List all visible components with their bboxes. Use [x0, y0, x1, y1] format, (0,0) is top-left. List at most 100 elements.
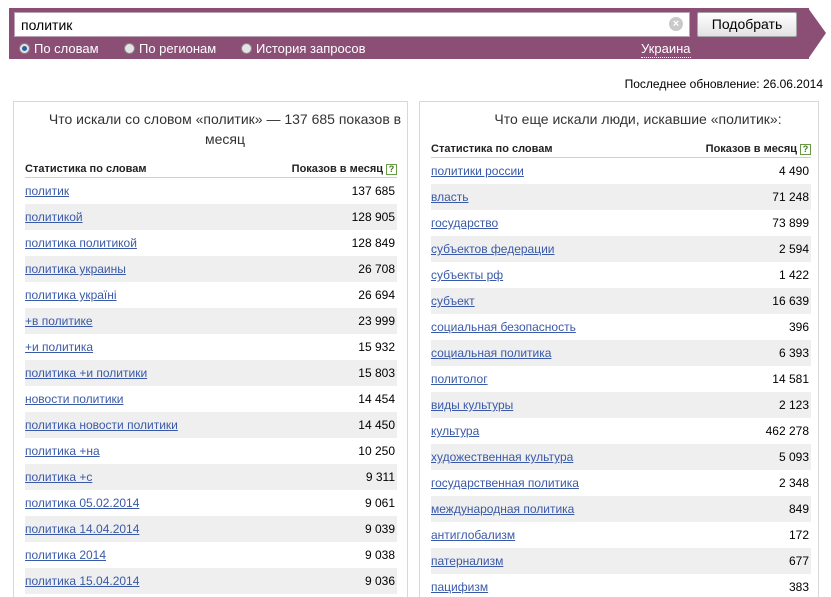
shows-count: 4 490: [778, 164, 809, 178]
table-row: +и политика 15 932: [25, 334, 397, 360]
phrase-link[interactable]: субъектов федерации: [431, 242, 555, 256]
table-row: субъект 16 639: [431, 288, 811, 314]
table-row: социальная безопасность 396: [431, 314, 811, 340]
help-icon[interactable]: ?: [800, 143, 811, 155]
phrase-link[interactable]: антиглобализм: [431, 528, 515, 542]
shows-count: 16 639: [772, 294, 809, 308]
phrase-link[interactable]: международная политика: [431, 502, 574, 516]
table-row: социальная политика 6 393: [431, 340, 811, 366]
mode-by-regions-radio[interactable]: По регионам: [124, 41, 216, 57]
phrase-link[interactable]: новости политики: [25, 392, 124, 406]
phrase-link[interactable]: политика политикой: [25, 236, 137, 250]
mode-label: По регионам: [139, 41, 217, 56]
phrase-link[interactable]: власть: [431, 190, 469, 204]
phrase-link[interactable]: политика 2014: [25, 548, 106, 562]
table-header: Статистика по словам Показов в месяц?: [25, 160, 397, 178]
table-row: политика 15.04.2014 9 036: [25, 568, 397, 594]
radio-selected-icon: [19, 43, 30, 54]
right-table: Статистика по словам Показов в месяц? по…: [431, 140, 811, 597]
shows-count: 396: [788, 320, 809, 334]
shows-count: 10 250: [358, 444, 395, 458]
table-row: политика 2014 9 038: [25, 542, 397, 568]
phrase-link[interactable]: политик: [25, 184, 69, 198]
submit-button[interactable]: Подобрать: [697, 12, 797, 37]
shows-count: 71 248: [772, 190, 809, 204]
mode-history-radio[interactable]: История запросов: [241, 41, 366, 57]
mode-label: История запросов: [256, 41, 366, 56]
shows-count: 128 905: [351, 210, 395, 224]
table-row: патернализм 677: [431, 548, 811, 574]
phrase-link[interactable]: субъекты рф: [431, 268, 503, 282]
phrase-link[interactable]: политики россии: [431, 164, 524, 178]
shows-count: 26 694: [358, 288, 395, 302]
shows-count: 9 036: [364, 574, 395, 588]
table-row: политика +и политики 15 803: [25, 360, 397, 386]
phrase-link[interactable]: +в политике: [25, 314, 93, 328]
left-table: Статистика по словам Показов в месяц? по…: [25, 160, 397, 594]
table-row: субъекты рф 1 422: [431, 262, 811, 288]
shows-count: 9 038: [364, 548, 395, 562]
table-row: политика политикой 128 849: [25, 230, 397, 256]
table-row: виды культуры 2 123: [431, 392, 811, 418]
phrase-link[interactable]: +и политика: [25, 340, 93, 354]
col-words-header: Статистика по словам: [431, 142, 553, 155]
search-header: × Подобрать По словам По регионам Истори…: [0, 0, 831, 61]
table-row: политики россии 4 490: [431, 158, 811, 184]
table-row: политика +с 9 311: [25, 464, 397, 490]
shows-count: 5 093: [778, 450, 809, 464]
phrase-link[interactable]: патернализм: [431, 554, 503, 568]
shows-count: 26 708: [358, 262, 395, 276]
clear-icon[interactable]: ×: [669, 17, 683, 31]
table-row: политик 137 685: [25, 178, 397, 204]
shows-count: 9 039: [364, 522, 395, 536]
col-shows-header: Показов в месяц?: [292, 163, 397, 175]
search-input[interactable]: [14, 12, 690, 37]
left-panel: Что искали со словом «политик» — 137 685…: [13, 101, 408, 597]
shows-count: 849: [788, 502, 809, 516]
shows-count: 14 450: [358, 418, 395, 432]
shows-count: 6 393: [778, 346, 809, 360]
shows-count: 14 581: [772, 372, 809, 386]
table-row: государственная политика 2 348: [431, 470, 811, 496]
phrase-link[interactable]: художественная культура: [431, 450, 573, 464]
phrase-link[interactable]: социальная политика: [431, 346, 551, 360]
phrase-link[interactable]: политика +с: [25, 470, 92, 484]
phrase-link[interactable]: политика 15.04.2014: [25, 574, 139, 588]
shows-count: 677: [788, 554, 809, 568]
help-icon[interactable]: ?: [386, 163, 397, 175]
table-row: политика 14.04.2014 9 039: [25, 516, 397, 542]
phrase-link[interactable]: социальная безопасность: [431, 320, 576, 334]
phrase-link[interactable]: политика 14.04.2014: [25, 522, 139, 536]
table-row: субъектов федерации 2 594: [431, 236, 811, 262]
phrase-link[interactable]: политика украины: [25, 262, 126, 276]
phrase-link[interactable]: политика 05.02.2014: [25, 496, 139, 510]
right-panel-title: Что еще искали люди, искавшие «политик»:: [494, 111, 782, 127]
table-row: политика украины 26 708: [25, 256, 397, 282]
table-row: пацифизм 383: [431, 574, 811, 597]
table-row: государство 73 899: [431, 210, 811, 236]
phrase-link[interactable]: виды культуры: [431, 398, 513, 412]
table-row: международная политика 849: [431, 496, 811, 522]
mode-by-words-radio[interactable]: По словам: [19, 41, 99, 57]
phrase-link[interactable]: государственная политика: [431, 476, 579, 490]
col-shows-header: Показов в месяц?: [706, 143, 811, 155]
phrase-link[interactable]: политикой: [25, 210, 83, 224]
phrase-link[interactable]: политолог: [431, 372, 488, 386]
region-link[interactable]: Украина: [641, 41, 691, 58]
shows-count: 383: [788, 580, 809, 594]
shows-count: 2 123: [778, 398, 809, 412]
table-row: культура 462 278: [431, 418, 811, 444]
phrase-link[interactable]: политика новости политики: [25, 418, 178, 432]
phrase-link[interactable]: политика +и политики: [25, 366, 147, 380]
phrase-link[interactable]: политика україні: [25, 288, 117, 302]
shows-count: 462 278: [765, 424, 809, 438]
col-words-header: Статистика по словам: [25, 162, 147, 175]
phrase-link[interactable]: политика +на: [25, 444, 100, 458]
table-row: +в политике 23 999: [25, 308, 397, 334]
phrase-link[interactable]: государство: [431, 216, 498, 230]
table-row: новости политики 14 454: [25, 386, 397, 412]
phrase-link[interactable]: культура: [431, 424, 479, 438]
phrase-link[interactable]: субъект: [431, 294, 475, 308]
table-row: политика україні 26 694: [25, 282, 397, 308]
phrase-link[interactable]: пацифизм: [431, 580, 488, 594]
